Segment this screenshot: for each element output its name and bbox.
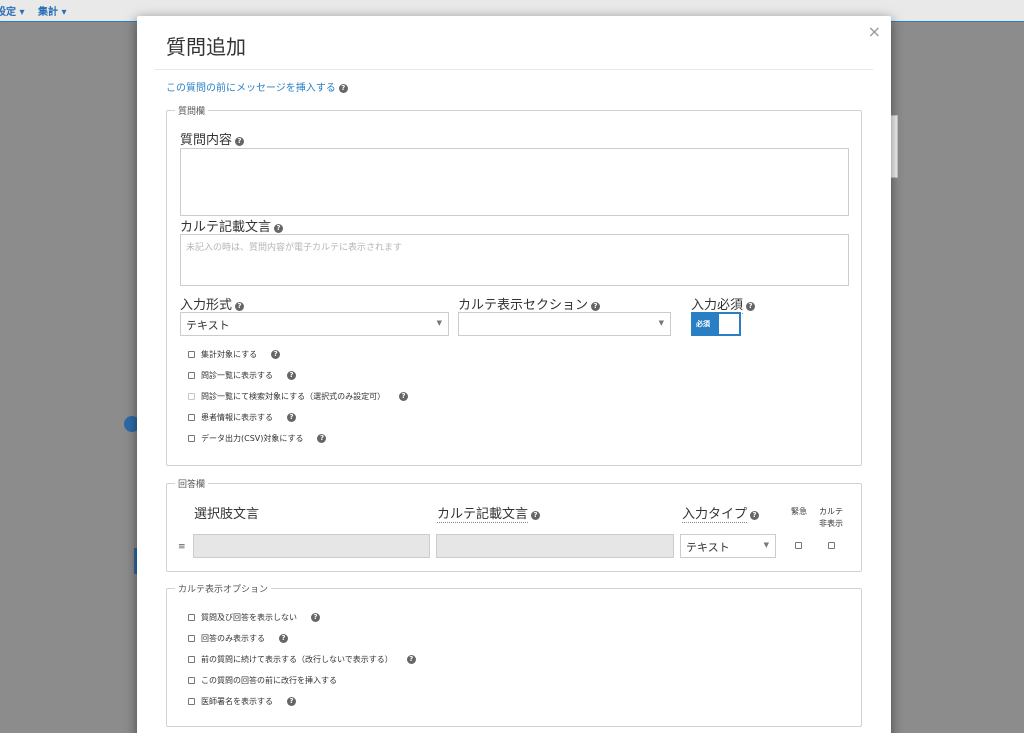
help-icon[interactable]: ? xyxy=(531,511,541,520)
checkbox-icon[interactable] xyxy=(188,656,195,663)
checkbox-aggregate[interactable]: 集計対象にする? xyxy=(188,349,281,360)
checkbox-label: 問診一覧にて検索対象にする（選択式のみ設定可） xyxy=(201,392,386,401)
required-label: 入力必須? xyxy=(691,294,756,314)
help-icon[interactable]: ? xyxy=(591,302,601,311)
insert-message-link[interactable]: この質問の前にメッセージを挿入する? xyxy=(166,79,348,94)
checkbox-csv-export[interactable]: データ出力(CSV)対象にする? xyxy=(188,433,327,444)
checkbox-search-target[interactable]: 問診一覧にて検索対象にする（選択式のみ設定可）? xyxy=(188,391,409,402)
help-icon[interactable]: ? xyxy=(406,655,416,664)
option-insert-linebreak[interactable]: この質問の回答の前に改行を挿入する xyxy=(188,675,337,686)
checkbox-label: 医師署名を表示する xyxy=(201,697,273,706)
checkbox-label: 集計対象にする xyxy=(201,350,258,359)
choice-text-input[interactable] xyxy=(193,534,430,558)
input-format-value: テキスト xyxy=(186,319,230,332)
add-question-modal: × 質問追加 この質問の前にメッセージを挿入する? 質問欄 質問内容? カルテ記… xyxy=(137,16,891,733)
close-icon[interactable]: × xyxy=(868,22,881,41)
checkbox-icon[interactable] xyxy=(188,635,195,642)
checkbox-icon[interactable] xyxy=(188,435,195,442)
help-icon[interactable]: ? xyxy=(746,302,756,311)
input-type-value: テキスト xyxy=(686,541,730,554)
answer-karte-text-header-text: カルテ記載文言 xyxy=(437,507,529,523)
insert-message-link-text: この質問の前にメッセージを挿入する xyxy=(166,83,336,94)
help-icon[interactable]: ? xyxy=(399,392,409,401)
checkbox-icon[interactable] xyxy=(188,698,195,705)
checkbox-label: 回答のみ表示する xyxy=(201,634,265,643)
help-icon[interactable]: ? xyxy=(279,634,288,643)
header-divider xyxy=(155,69,873,70)
chevron-down-icon: ▼ xyxy=(436,319,442,327)
choice-text-header: 選択肢文言 xyxy=(194,507,260,522)
checkbox-label: この質問の回答の前に改行を挿入する xyxy=(201,676,337,685)
help-icon[interactable]: ? xyxy=(287,697,296,706)
help-icon[interactable]: ? xyxy=(274,224,284,233)
answer-karte-text-header: カルテ記載文言? xyxy=(437,503,541,523)
checkbox-icon[interactable] xyxy=(188,414,195,421)
checkbox-icon[interactable] xyxy=(188,677,195,684)
checkbox-icon[interactable] xyxy=(188,614,195,621)
option-hide-qa[interactable]: 質問及び回答を表示しない? xyxy=(188,612,320,623)
checkbox-label: 問診一覧に表示する xyxy=(201,371,273,380)
checkbox-label: 前の質問に続けて表示する（改行しないで表示する） xyxy=(201,655,393,664)
question-content-label: 質問内容? xyxy=(180,129,245,149)
nav-settings-menu[interactable]: 設定 ▾ xyxy=(0,3,25,18)
question-content-label-text: 質問内容 xyxy=(180,133,233,149)
input-type-header-text: 入力タイプ xyxy=(682,507,748,523)
urgent-header: 緊急 xyxy=(791,507,807,516)
checkbox-label: データ出力(CSV)対象にする xyxy=(201,434,304,443)
option-continue-previous[interactable]: 前の質問に続けて表示する（改行しないで表示する）? xyxy=(188,654,416,665)
input-format-label: 入力形式? xyxy=(180,294,245,314)
help-icon[interactable]: ? xyxy=(287,413,296,422)
choice-karte-text-input[interactable] xyxy=(436,534,674,558)
help-icon[interactable]: ? xyxy=(317,434,327,443)
chevron-down-icon: ▼ xyxy=(763,541,769,549)
help-icon[interactable]: ? xyxy=(287,371,296,380)
checkbox-icon[interactable] xyxy=(188,393,195,400)
karte-text-label: カルテ記載文言? xyxy=(180,216,284,236)
input-type-header: 入力タイプ? xyxy=(682,503,760,523)
urgent-checkbox[interactable] xyxy=(795,542,802,549)
help-icon[interactable]: ? xyxy=(338,84,348,93)
help-icon[interactable]: ? xyxy=(271,350,281,359)
checkbox-icon[interactable] xyxy=(188,372,195,379)
input-type-select[interactable]: テキスト ▼ xyxy=(680,534,776,558)
checkbox-label: 質問及び回答を表示しない xyxy=(201,613,297,622)
question-content-textarea[interactable] xyxy=(180,148,849,216)
karte-section-label: カルテ表示セクション? xyxy=(458,294,601,314)
help-icon[interactable]: ? xyxy=(750,511,760,520)
karte-section-select[interactable]: ▼ xyxy=(458,312,671,336)
checkbox-patient-info[interactable]: 患者情報に表示する? xyxy=(188,412,296,423)
help-icon[interactable]: ? xyxy=(235,302,245,311)
option-answer-only[interactable]: 回答のみ表示する? xyxy=(188,633,288,644)
question-legend: 質問欄 xyxy=(178,107,206,117)
checkbox-icon[interactable] xyxy=(188,351,195,358)
checkbox-show-in-list[interactable]: 問診一覧に表示する? xyxy=(188,370,296,381)
chevron-down-icon: ▼ xyxy=(658,319,664,327)
karte-hide-checkbox[interactable] xyxy=(828,542,835,549)
input-format-select[interactable]: テキスト ▼ xyxy=(180,312,449,336)
option-doctor-signature[interactable]: 医師署名を表示する? xyxy=(188,696,296,707)
karte-options-legend: カルテ表示オプション xyxy=(178,585,269,595)
karte-hide-header-line2: 非表示 xyxy=(819,519,843,528)
drag-handle-icon[interactable]: ≡ xyxy=(178,542,186,552)
help-icon[interactable]: ? xyxy=(235,137,245,146)
karte-hide-header: カルテ 非表示 xyxy=(816,506,846,530)
required-toggle-text: 必須 xyxy=(696,320,710,328)
toggle-knob xyxy=(719,314,739,334)
karte-hide-header-line1: カルテ xyxy=(819,507,843,516)
checkbox-label: 患者情報に表示する xyxy=(201,413,273,422)
answer-legend: 回答欄 xyxy=(178,480,206,490)
karte-text-textarea[interactable] xyxy=(180,234,849,286)
help-icon[interactable]: ? xyxy=(311,613,320,622)
nav-stats-menu[interactable]: 集計 ▾ xyxy=(38,3,67,18)
modal-title: 質問追加 xyxy=(166,35,246,59)
required-toggle[interactable]: 必須 xyxy=(691,312,741,336)
